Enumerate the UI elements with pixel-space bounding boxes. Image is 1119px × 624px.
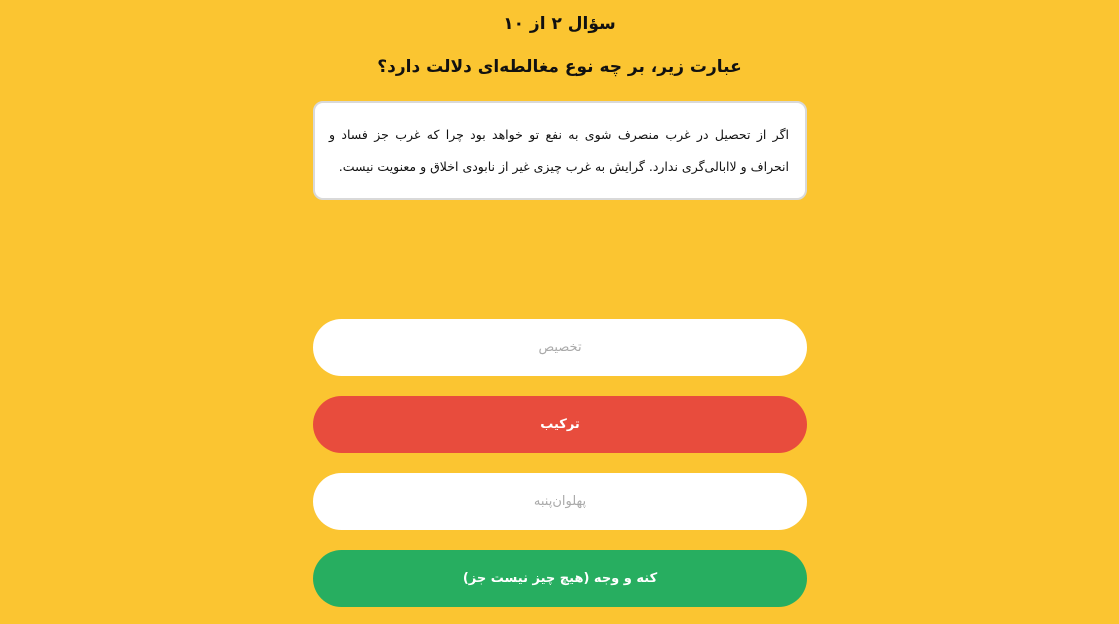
question-prompt: عبارت زیر، بر چه نوع مغالطه‌ای دلالت دار… xyxy=(377,57,742,77)
answer-option-4-correct[interactable]: کنه و وجه (هیچ چیز نیست جز) xyxy=(313,550,807,607)
statement-text: اگر از تحصیل در غرب منصرف شوی به نفع تو … xyxy=(329,127,789,174)
answer-option-label: ترکیب xyxy=(540,417,580,432)
answer-option-3[interactable]: پهلوان‌پنبه xyxy=(313,473,807,530)
statement-box: اگر از تحصیل در غرب منصرف شوی به نفع تو … xyxy=(313,101,807,200)
question-counter: سؤال ۲ از ۱۰ xyxy=(503,14,616,34)
answer-option-2-wrong[interactable]: ترکیب xyxy=(313,396,807,453)
answer-option-label: کنه و وجه (هیچ چیز نیست جز) xyxy=(462,571,658,586)
answer-option-label: تخصیص xyxy=(538,340,582,355)
answer-option-label: پهلوان‌پنبه xyxy=(533,494,587,509)
answer-option-1[interactable]: تخصیص xyxy=(313,319,807,376)
